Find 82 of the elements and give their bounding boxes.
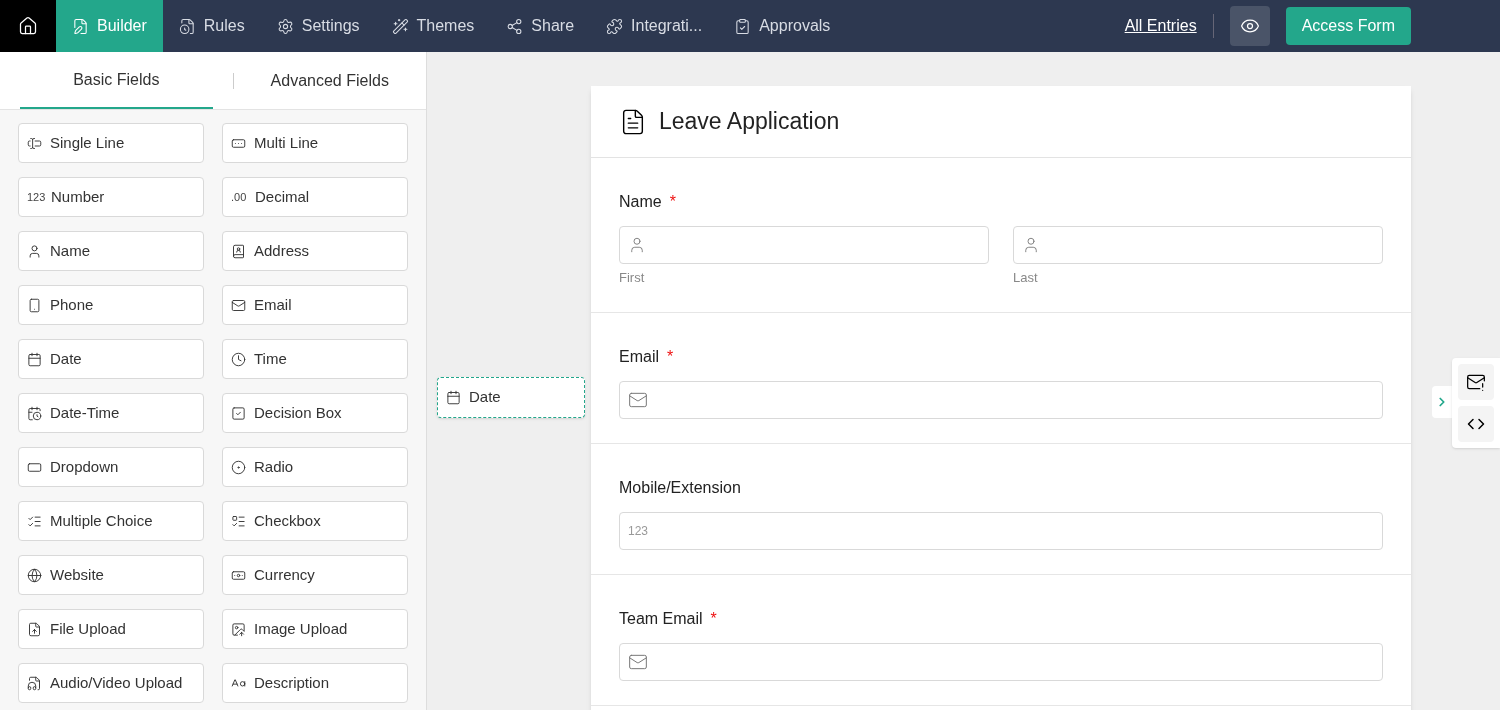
field-type-icon [27, 513, 42, 529]
field-palette-item[interactable]: Phone [18, 285, 204, 325]
field-type-icon [27, 135, 42, 151]
field-palette-item[interactable]: Date [18, 339, 204, 379]
field-palette-item[interactable]: Email [222, 285, 408, 325]
share-icon [506, 17, 524, 35]
required-mark: * [667, 346, 674, 367]
home-icon [18, 16, 38, 36]
field-type-icon [231, 297, 246, 313]
field-type-icon [231, 243, 246, 259]
embed-code-button[interactable] [1458, 406, 1494, 442]
field-palette-item[interactable]: Single Line [18, 123, 204, 163]
nav-tab[interactable]: Share [490, 0, 591, 52]
field-palette-item[interactable]: Audio/Video Upload [18, 663, 204, 703]
field-label: Mobile/Extension [619, 477, 741, 498]
field-type-icon [231, 405, 246, 421]
field-palette-item[interactable]: Website [18, 555, 204, 595]
field-type-icon [231, 513, 246, 529]
input-field[interactable] [619, 226, 989, 264]
field-palette-item[interactable]: Currency [222, 555, 408, 595]
person-icon [628, 236, 646, 254]
required-mark: * [710, 608, 717, 629]
sidebar-tab[interactable]: Basic Fields [20, 52, 213, 109]
drag-ghost[interactable]: Date [437, 377, 585, 418]
input-field[interactable] [619, 642, 1383, 681]
field-label: Email [619, 346, 659, 367]
input-field[interactable] [619, 380, 1383, 419]
nav-tab[interactable]: Settings [260, 0, 376, 52]
field-palette-item[interactable]: Dropdown [18, 447, 204, 487]
home-button[interactable] [0, 0, 56, 52]
form-title: Leave Application [659, 107, 840, 137]
notification-button[interactable] [1458, 364, 1494, 400]
field-label: Team Email [619, 608, 703, 629]
field-palette-item[interactable]: Description [222, 663, 408, 703]
field-palette-item[interactable]: Multi Line [222, 123, 408, 163]
field-palette-item[interactable]: Date-Time [18, 393, 204, 433]
person-icon [1022, 236, 1040, 254]
field-palette-item[interactable]: Decision Box [222, 393, 408, 433]
subfield-label: Last [1013, 269, 1039, 287]
field-palette-item[interactable]: File Upload [18, 609, 204, 649]
nav-tab[interactable]: Themes [375, 0, 491, 52]
input-field[interactable] [1013, 226, 1383, 264]
field-type-icon [231, 351, 246, 367]
field-palette-item[interactable]: Address [222, 231, 408, 271]
field-type-icon [27, 243, 42, 259]
subfield-label: First [619, 269, 646, 287]
nav-tab[interactable]: Approvals [718, 0, 847, 52]
field-type-icon [27, 297, 42, 313]
mail-alert-icon [1466, 372, 1486, 392]
field-palette-item[interactable]: Multiple Choice [18, 501, 204, 541]
field-type-icon [27, 621, 42, 637]
number-glyph: 123 [628, 522, 649, 540]
field-palette-item[interactable]: .00 Decimal [222, 177, 408, 217]
field-type-icon [27, 351, 42, 367]
field-palette-item[interactable]: 123 Number [18, 177, 204, 217]
preview-button[interactable] [1229, 6, 1270, 46]
field-label: Name [619, 192, 662, 212]
nav-tab[interactable]: Rules [162, 0, 261, 52]
wand-icon [391, 17, 409, 35]
field-palette-item[interactable]: Name [18, 231, 204, 271]
field-type-icon [231, 459, 246, 475]
calendar-icon [446, 390, 461, 405]
puzzle-icon [606, 17, 624, 35]
nav-tab[interactable]: Integrati... [590, 0, 719, 52]
field-type-glyph: 123 [27, 189, 43, 205]
field-palette-item[interactable]: Time [222, 339, 408, 379]
field-palette-item[interactable]: Checkbox [222, 501, 408, 541]
document-pen-icon [72, 17, 89, 35]
sidebar-tab[interactable]: Advanced Fields [233, 52, 426, 109]
field-type-icon [231, 621, 246, 637]
field-type-icon [27, 405, 42, 421]
field-palette-item[interactable]: Image Upload [222, 609, 408, 649]
all-entries-link[interactable]: All Entries [1124, 14, 1197, 38]
document-clock-icon [178, 17, 196, 35]
field-palette-item[interactable]: Radio [222, 447, 408, 487]
required-mark: * [669, 192, 676, 212]
clipboard-check-icon [734, 17, 752, 35]
field-type-glyph: .00 [231, 189, 247, 205]
field-type-icon [27, 675, 42, 691]
field-type-icon [27, 567, 42, 583]
gear-icon [276, 17, 294, 35]
panel-toggle[interactable] [1432, 386, 1452, 418]
